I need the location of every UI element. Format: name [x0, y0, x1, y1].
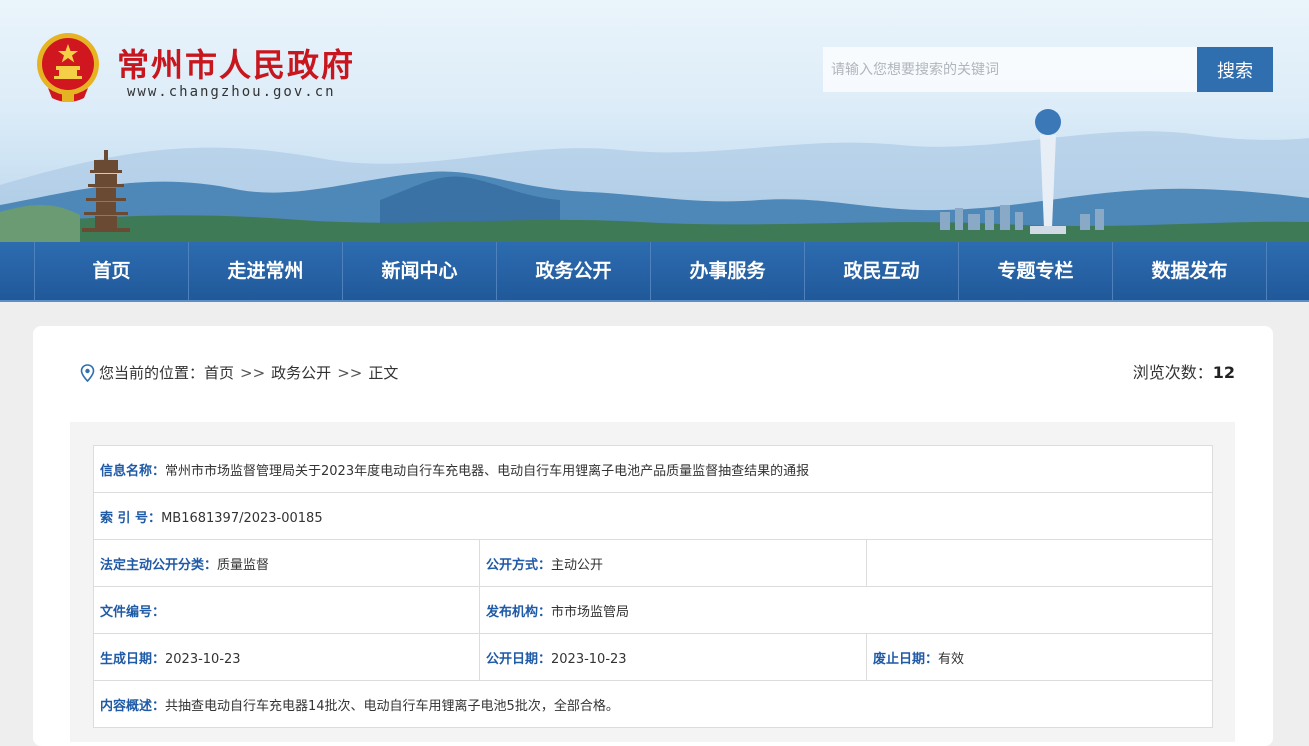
table-row: 文件编号： 发布机构：市市场监管局 [93, 586, 1213, 634]
view-count-label: 浏览次数： [1132, 363, 1213, 382]
view-count-value: 12 [1212, 363, 1235, 382]
national-emblem-icon [37, 33, 99, 102]
info-category-cell: 法定主动公开分类：质量监督 [93, 539, 480, 587]
info-published-label: 公开日期： [486, 651, 552, 667]
info-created-value: 2023-10-23 [165, 651, 241, 667]
info-expiry-cell: 废止日期：有效 [866, 633, 1213, 681]
info-publisher-value: 市市场监管局 [551, 604, 630, 620]
info-method-label: 公开方式： [486, 557, 552, 573]
search-button[interactable]: 搜索 [1197, 47, 1273, 92]
info-publisher-label: 发布机构： [486, 604, 552, 620]
header-banner: 常州市人民政府 www.changzhou.gov.cn 搜索 [0, 0, 1309, 242]
site-title: 常州市人民政府 [117, 46, 356, 84]
breadcrumb-separator: >> [337, 364, 363, 382]
info-publisher-cell: 发布机构：市市场监管局 [479, 586, 1213, 634]
nav-item-home[interactable]: 首页 [34, 242, 188, 300]
info-published-value: 2023-10-23 [551, 651, 627, 667]
info-summary-value: 共抽查电动自行车充电器14批次、电动自行车用锂离子电池5批次，全部合格。 [165, 698, 619, 714]
info-category-value: 质量监督 [217, 557, 270, 573]
breadcrumb-prefix: 您当前的位置： [99, 364, 205, 382]
table-row: 信息名称：常州市市场监督管理局关于2023年度电动自行车充电器、电动自行车用锂离… [93, 445, 1213, 493]
location-pin-icon [80, 364, 95, 382]
info-method-cell: 公开方式：主动公开 [479, 539, 867, 587]
document-info-table: 信息名称：常州市市场监督管理局关于2023年度电动自行车充电器、电动自行车用锂离… [93, 445, 1213, 728]
info-title-value: 常州市市场监督管理局关于2023年度电动自行车充电器、电动自行车用锂离子电池产品… [165, 463, 810, 479]
breadcrumb-current: 正文 [368, 364, 399, 382]
main-nav: 首页 走进常州 新闻中心 政务公开 办事服务 政民互动 专题专栏 数据发布 [0, 242, 1309, 302]
table-row: 生成日期：2023-10-23 公开日期：2023-10-23 废止日期：有效 [93, 633, 1213, 681]
breadcrumb-separator: >> [240, 364, 266, 382]
info-created-cell: 生成日期：2023-10-23 [93, 633, 480, 681]
info-index-label: 索 引 号： [100, 510, 162, 526]
info-title-cell: 信息名称：常州市市场监督管理局关于2023年度电动自行车充电器、电动自行车用锂离… [93, 445, 1213, 493]
info-empty-cell [866, 539, 1213, 587]
site-url: www.changzhou.gov.cn [127, 84, 336, 100]
table-row: 内容概述：共抽查电动自行车充电器14批次、电动自行车用锂离子电池5批次，全部合格… [93, 680, 1213, 728]
info-summary-cell: 内容概述：共抽查电动自行车充电器14批次、电动自行车用锂离子电池5批次，全部合格… [93, 680, 1213, 728]
nav-item-about[interactable]: 走进常州 [188, 242, 342, 300]
nav-item-topics[interactable]: 专题专栏 [958, 242, 1112, 300]
info-docno-label: 文件编号： [100, 604, 166, 620]
nav-item-news[interactable]: 新闻中心 [342, 242, 496, 300]
table-row: 法定主动公开分类：质量监督 公开方式：主动公开 [93, 539, 1213, 587]
search-input[interactable] [823, 47, 1197, 92]
info-method-value: 主动公开 [551, 557, 604, 573]
info-expiry-label: 废止日期： [873, 651, 939, 667]
nav-item-services[interactable]: 办事服务 [650, 242, 804, 300]
info-index-cell: 索 引 号：MB1681397/2023-00185 [93, 492, 1213, 540]
nav-item-gov-info[interactable]: 政务公开 [496, 242, 650, 300]
info-summary-label: 内容概述： [100, 698, 166, 714]
mountain-landscape [0, 109, 1309, 242]
view-count: 浏览次数：12 [1133, 362, 1235, 384]
info-docno-cell: 文件编号： [93, 586, 480, 634]
breadcrumb-link-home[interactable]: 首页 [204, 362, 234, 384]
nav-item-interaction[interactable]: 政民互动 [804, 242, 958, 300]
table-row: 索 引 号：MB1681397/2023-00185 [93, 492, 1213, 540]
nav-item-data[interactable]: 数据发布 [1112, 242, 1267, 300]
breadcrumb: 您当前的位置： 首页 >> 政务公开 >> 正文 [80, 362, 398, 384]
info-expiry-value: 有效 [938, 651, 965, 667]
info-created-label: 生成日期： [100, 651, 166, 667]
breadcrumb-link-gov-info[interactable]: 政务公开 [271, 362, 331, 384]
info-category-label: 法定主动公开分类： [100, 557, 218, 573]
info-title-label: 信息名称： [100, 463, 166, 479]
info-index-value: MB1681397/2023-00185 [161, 510, 323, 526]
info-published-cell: 公开日期：2023-10-23 [479, 633, 867, 681]
